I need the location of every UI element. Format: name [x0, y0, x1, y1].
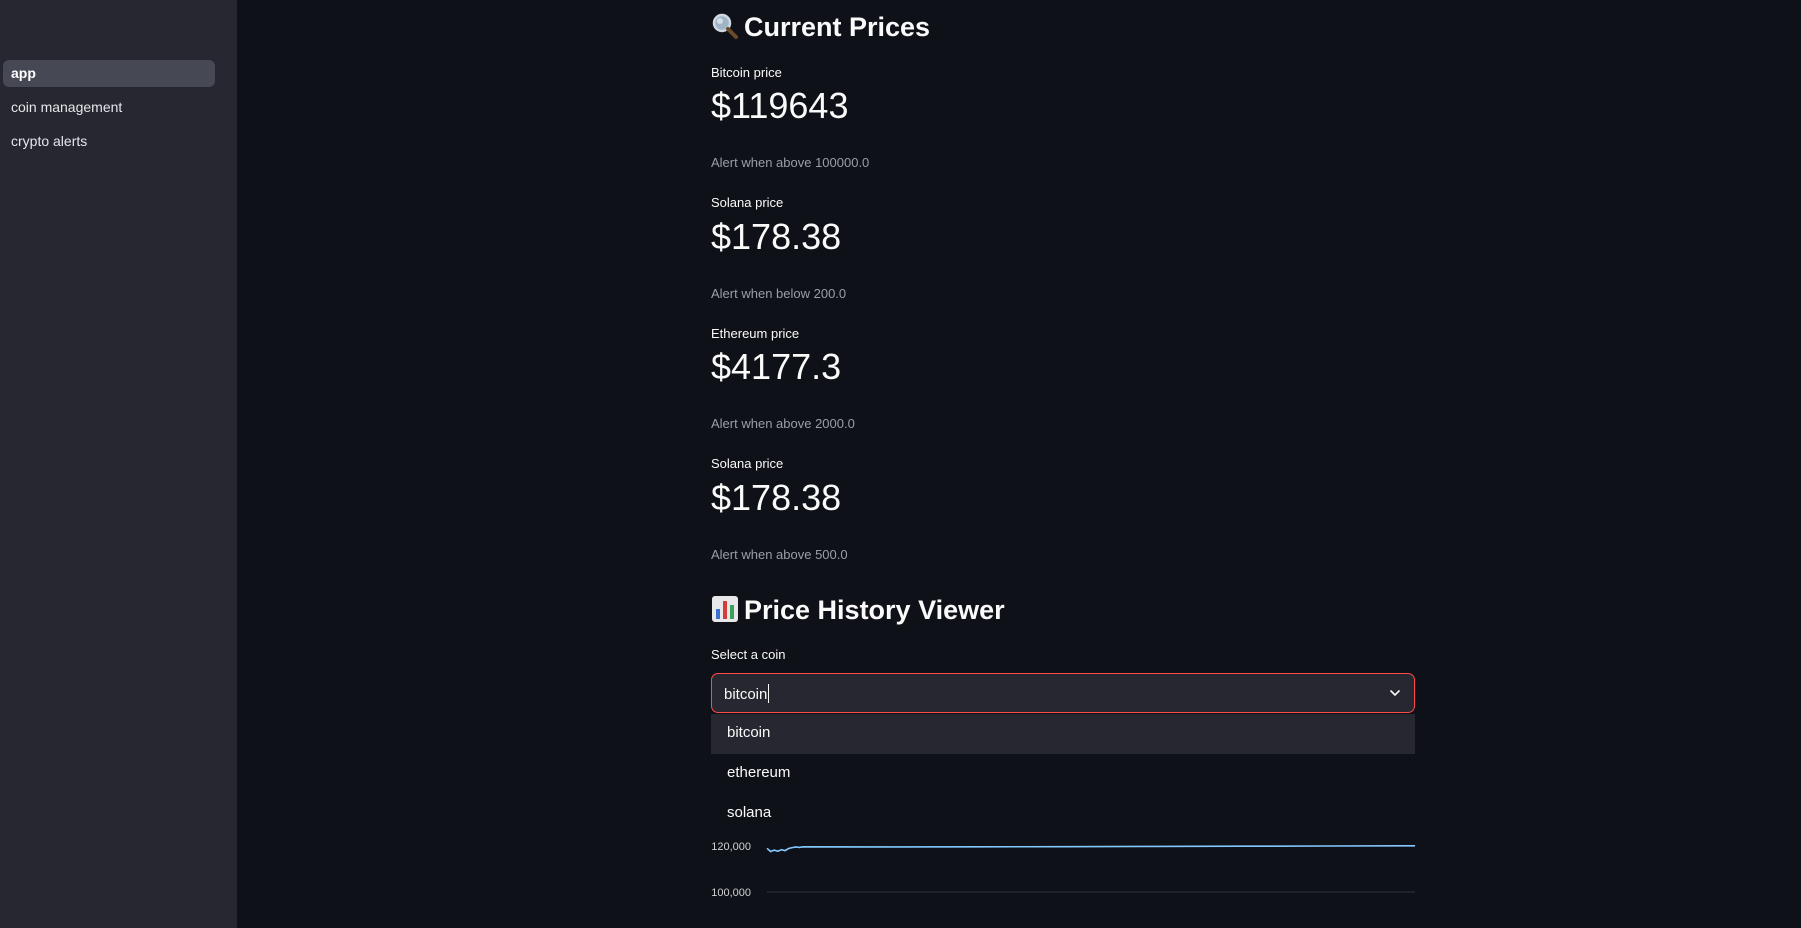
metric-caption: Alert when above 2000.0: [711, 416, 855, 431]
metric-value: $178.38: [711, 216, 842, 257]
option-ethereum[interactable]: ethereum: [711, 754, 1415, 794]
bar-chart-icon: [712, 596, 738, 622]
sidebar-item-coin-management[interactable]: coin management: [3, 94, 215, 121]
coin-select[interactable]: bitcoin: [711, 673, 1415, 713]
metric-value: $119643: [711, 85, 849, 126]
metric-label: Solana price: [711, 456, 784, 471]
option-bitcoin[interactable]: bitcoin: [711, 714, 1415, 754]
current-prices-heading: Current Prices: [711, 12, 930, 43]
coin-select-input[interactable]: bitcoin: [724, 684, 770, 703]
metric-caption: Alert when above 500.0: [711, 547, 848, 562]
metric-value: $178.38: [711, 477, 842, 518]
price-history-heading: Price History Viewer: [711, 595, 1005, 626]
metric-label: Solana price: [711, 195, 784, 210]
current-prices-title: Current Prices: [744, 12, 931, 42]
magnifying-glass-icon: [712, 13, 738, 39]
chart-y-tick-label: 120,000: [711, 841, 751, 853]
sidebar-item-crypto-alerts[interactable]: crypto alerts: [3, 128, 215, 155]
text-cursor: [768, 684, 770, 703]
metric-value: $4177.3: [711, 346, 842, 387]
price-history-chart: 120,000 100,000: [711, 841, 1416, 899]
chart-series-line: [766, 844, 1416, 853]
sidebar-nav: app coin management crypto alerts: [3, 60, 215, 162]
select-coin-label: Select a coin: [711, 647, 786, 662]
price-history-title: Price History Viewer: [744, 595, 1005, 625]
metric-label: Bitcoin price: [711, 65, 782, 80]
chevron-down-icon[interactable]: [1388, 686, 1402, 700]
metric-label: Ethereum price: [711, 326, 800, 341]
coin-dropdown: bitcoin ethereum solana: [711, 714, 1415, 830]
metric-caption: Alert when above 100000.0: [711, 155, 870, 170]
chart-y-tick-label: 100,000: [711, 887, 751, 899]
main-content: Current Prices Bitcoin price $119643 Ale…: [711, 0, 1417, 928]
option-solana[interactable]: solana: [711, 794, 1415, 834]
sidebar: app coin management crypto alerts: [0, 0, 237, 928]
sidebar-item-app[interactable]: app: [3, 60, 215, 87]
coin-select-value: bitcoin: [724, 686, 768, 703]
metric-caption: Alert when below 200.0: [711, 286, 847, 301]
